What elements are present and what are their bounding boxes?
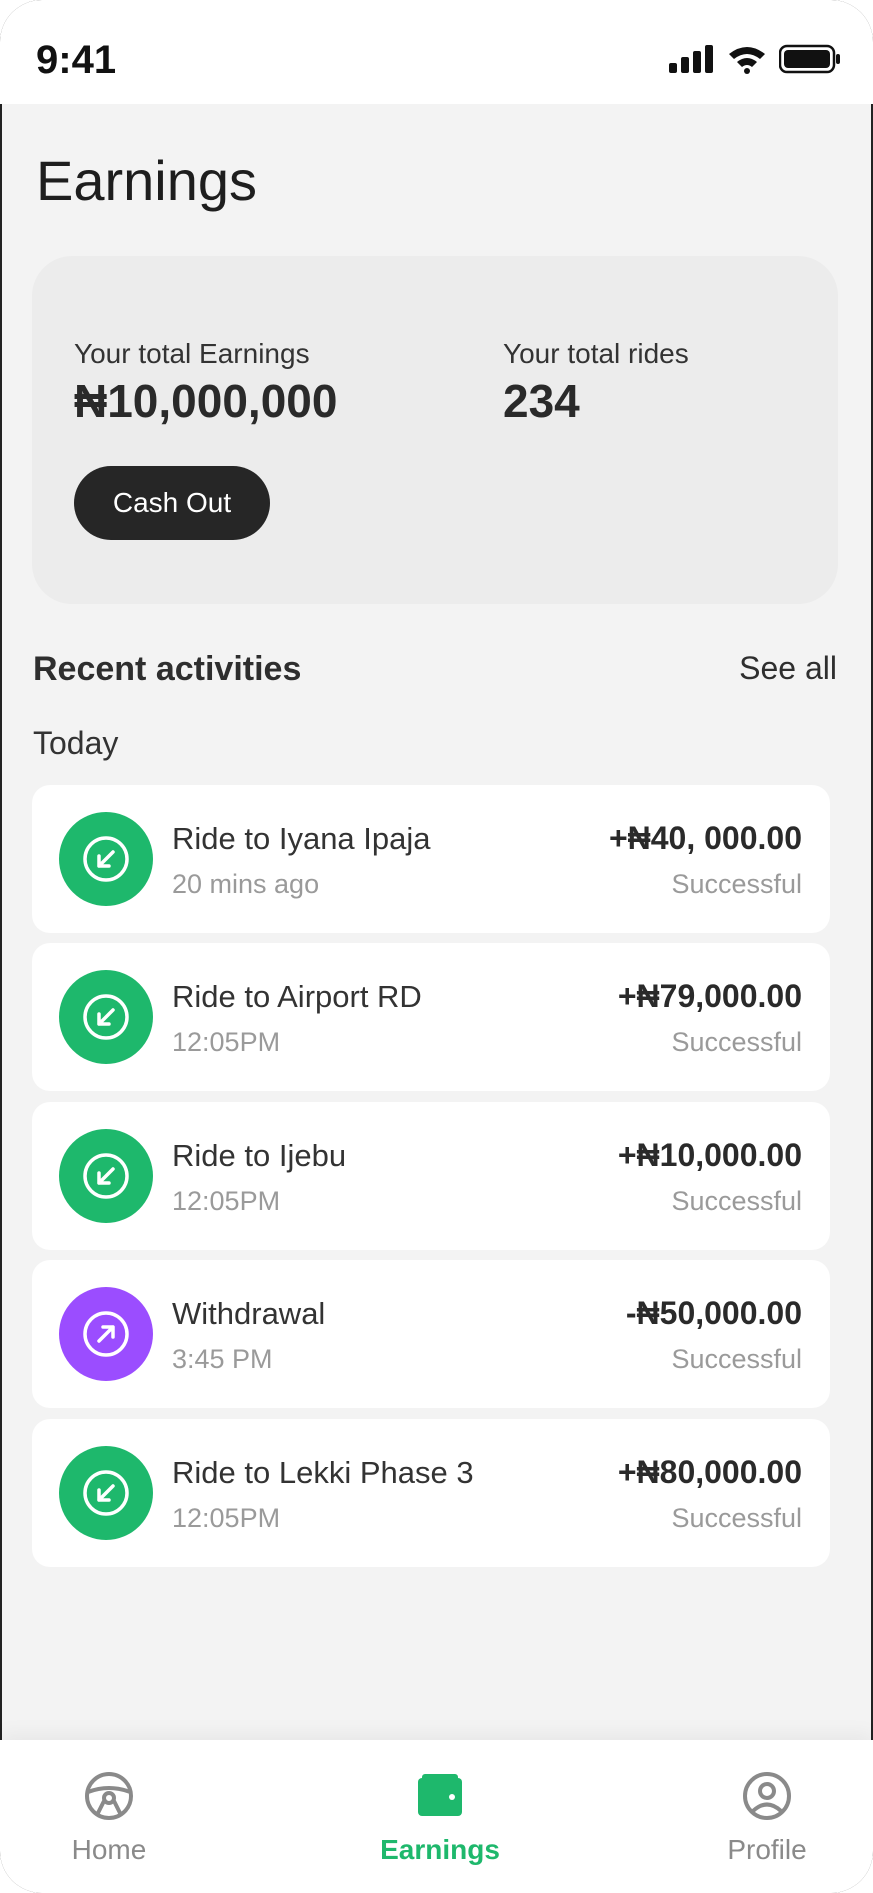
activity-item[interactable]: Ride to Lekki Phase 3 12:05PM +₦80,000.0… bbox=[32, 1419, 830, 1567]
activity-amount: +₦79,000.00 bbox=[617, 978, 802, 1014]
activity-item[interactable]: Ride to Ijebu 12:05PM +₦10,000.00 Succes… bbox=[32, 1102, 830, 1250]
activity-amount: +₦40, 000.00 bbox=[608, 820, 802, 856]
status-icons bbox=[669, 44, 841, 74]
signal-icon bbox=[669, 45, 713, 73]
activity-item[interactable]: Ride to Airport RD 12:05PM +₦79,000.00 S… bbox=[32, 943, 830, 1091]
activity-item[interactable]: Ride to Iyana Ipaja 20 mins ago +₦40, 00… bbox=[32, 785, 830, 933]
activity-title: Ride to Ijebu bbox=[172, 1138, 347, 1173]
activity-status: Successful bbox=[671, 1503, 802, 1533]
activity-time: 20 mins ago bbox=[172, 869, 320, 899]
nav-label-earnings: Earnings bbox=[380, 1834, 500, 1865]
activity-time: 12:05PM bbox=[172, 1027, 281, 1057]
activity-title: Ride to Airport RD bbox=[172, 979, 422, 1014]
earnings-summary-card: Your total Earnings ₦10,000,000 Your tot… bbox=[32, 256, 838, 604]
total-rides-value: 234 bbox=[503, 375, 580, 427]
nav-label-profile: Profile bbox=[727, 1834, 807, 1865]
arrow-up-right-icon bbox=[59, 1287, 153, 1381]
phone-screen: 9:41 Earnings Your total Earnings ₦10,00 bbox=[0, 0, 873, 1893]
activity-status: Successful bbox=[671, 1186, 802, 1216]
activity-title: Withdrawal bbox=[172, 1296, 326, 1331]
battery-icon bbox=[779, 44, 840, 74]
wallet-icon bbox=[418, 1774, 462, 1816]
activity-amount: +₦10,000.00 bbox=[617, 1137, 802, 1173]
status-time: 9:41 bbox=[36, 38, 117, 82]
user-circle-icon bbox=[743, 1772, 791, 1820]
wifi-icon bbox=[729, 47, 765, 74]
activity-status: Successful bbox=[671, 1344, 802, 1374]
arrow-down-left-icon bbox=[59, 1129, 153, 1223]
bottom-navigation: Home Earnings Profile bbox=[0, 1740, 873, 1893]
nav-item-earnings[interactable]: Earnings bbox=[350, 1770, 530, 1866]
day-group-label: Today bbox=[33, 725, 119, 761]
page-title: Earnings bbox=[36, 149, 258, 212]
arrow-down-left-icon bbox=[59, 1446, 153, 1540]
total-rides-label: Your total rides bbox=[503, 338, 689, 369]
activity-status: Successful bbox=[671, 869, 802, 899]
activity-title: Ride to Iyana Ipaja bbox=[172, 821, 431, 856]
nav-label-home: Home bbox=[71, 1834, 147, 1865]
activity-item[interactable]: Withdrawal 3:45 PM -₦50,000.00 Successfu… bbox=[32, 1260, 830, 1408]
activity-time: 3:45 PM bbox=[172, 1344, 273, 1374]
total-earnings-value: ₦10,000,000 bbox=[74, 375, 338, 427]
arrow-down-left-icon bbox=[59, 812, 153, 906]
activity-time: 12:05PM bbox=[172, 1186, 281, 1216]
activity-amount: +₦80,000.00 bbox=[617, 1454, 802, 1490]
activity-status: Successful bbox=[671, 1027, 802, 1057]
nav-item-profile[interactable]: Profile bbox=[677, 1770, 857, 1866]
steering-wheel-icon bbox=[85, 1772, 133, 1820]
status-bar: 9:41 bbox=[0, 0, 873, 104]
nav-item-home[interactable]: Home bbox=[19, 1770, 199, 1866]
activity-time: 12:05PM bbox=[172, 1503, 281, 1533]
activity-title: Ride to Lekki Phase 3 bbox=[172, 1455, 474, 1490]
recent-activities-title: Recent activities bbox=[33, 650, 302, 688]
total-earnings-label: Your total Earnings bbox=[74, 338, 310, 369]
see-all-link[interactable]: See all bbox=[739, 650, 837, 687]
cash-out-button[interactable]: Cash Out bbox=[74, 466, 270, 540]
arrow-down-left-icon bbox=[59, 970, 153, 1064]
activity-amount: -₦50,000.00 bbox=[625, 1295, 802, 1331]
